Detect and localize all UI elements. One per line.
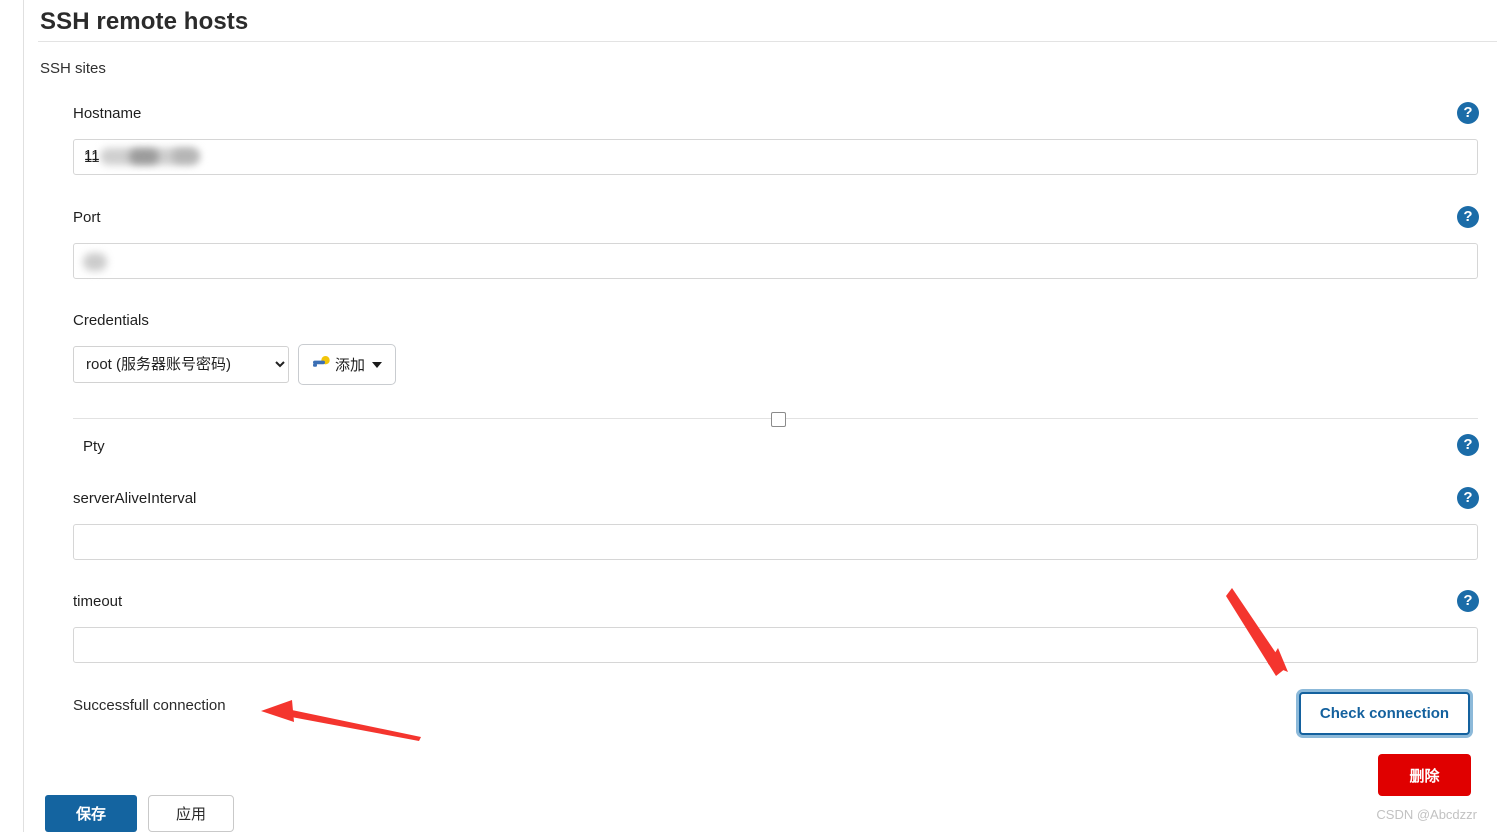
- arrow-to-status-text: [261, 700, 421, 741]
- apply-button[interactable]: 应用: [148, 795, 234, 832]
- credentials-select[interactable]: root (服务器账号密码): [73, 346, 289, 383]
- timeout-input[interactable]: [73, 627, 1478, 663]
- pty-checkbox[interactable]: [771, 412, 786, 427]
- key-icon: [312, 356, 331, 373]
- chevron-down-icon: [372, 361, 383, 368]
- server-alive-interval-label: serverAliveInterval: [73, 490, 197, 507]
- section-label-ssh-sites: SSH sites: [40, 60, 106, 77]
- credentials-label: Credentials: [73, 312, 149, 329]
- port-label: Port: [73, 209, 101, 226]
- ssh-remote-hosts-page: SSH remote hosts SSH sites Hostname ? 11…: [0, 0, 1497, 832]
- add-credential-label: 添加: [335, 357, 366, 374]
- pty-help-icon[interactable]: ?: [1457, 434, 1479, 456]
- hostname-label: Hostname: [73, 105, 142, 122]
- server-alive-interval-input[interactable]: [73, 524, 1478, 560]
- port-input[interactable]: [73, 243, 1478, 279]
- page-title: SSH remote hosts: [40, 8, 249, 35]
- pty-label: Pty: [83, 438, 105, 455]
- hostname-help-icon[interactable]: ?: [1457, 102, 1479, 124]
- add-credential-button[interactable]: 添加: [298, 344, 397, 385]
- left-divider: [23, 0, 24, 832]
- hostname-value-text: 11: [84, 147, 100, 164]
- port-help-icon[interactable]: ?: [1457, 206, 1479, 228]
- check-connection-button[interactable]: Check connection: [1299, 692, 1470, 735]
- hostname-input[interactable]: [73, 139, 1478, 175]
- delete-button[interactable]: 删除: [1378, 754, 1471, 796]
- csdn-watermark: CSDN @Abcdzzr: [1376, 807, 1477, 822]
- save-button[interactable]: 保存: [45, 795, 137, 832]
- title-divider: [38, 41, 1497, 42]
- server-alive-interval-help-icon[interactable]: ?: [1457, 487, 1479, 509]
- connection-status-text: Successfull connection: [73, 697, 226, 714]
- timeout-help-icon[interactable]: ?: [1457, 590, 1479, 612]
- timeout-label: timeout: [73, 593, 123, 610]
